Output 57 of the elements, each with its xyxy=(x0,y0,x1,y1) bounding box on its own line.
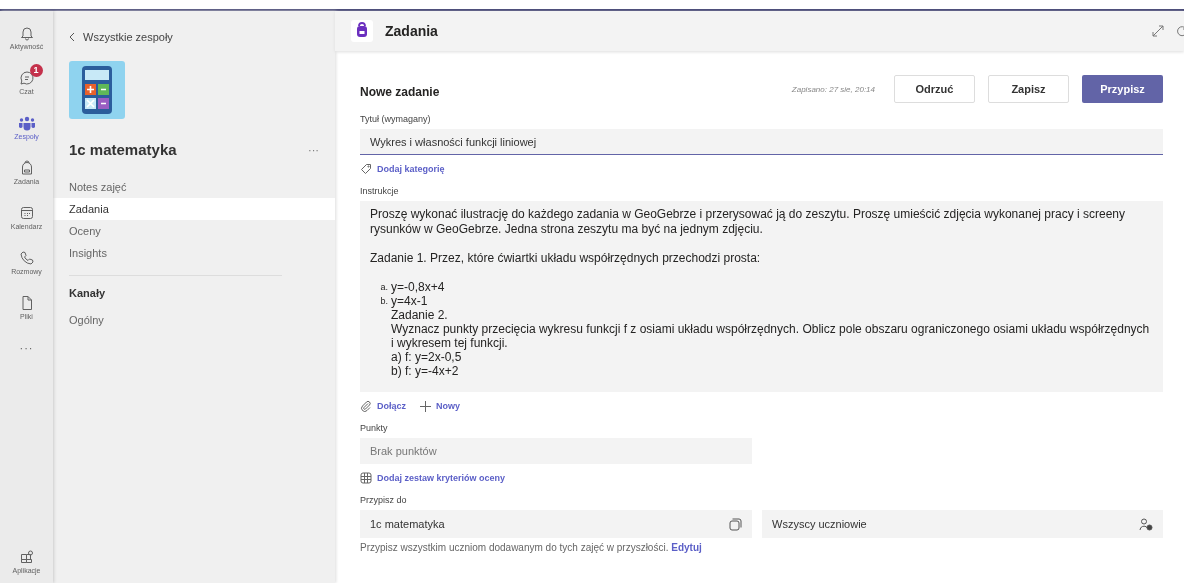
instruction-line: Zadanie 2. xyxy=(390,308,449,322)
students-picker[interactable]: Wszyscy uczniowie xyxy=(762,510,1163,538)
instruction-paragraph: Proszę wykonać ilustrację do każdego zadania w GeoGebrze i przerysować ją do zeszytu. Proszę umieścić zdjęcia wykonanej pracy i screeny rysunków w GeoGebrze. Jedna strona zeszytu ma być na jednym zdjęciu. xyxy=(370,207,1126,237)
channel-item[interactable]: Ogólny xyxy=(53,309,335,331)
more-options-button[interactable]: ··· xyxy=(308,143,319,156)
points-field[interactable]: Brak punktów xyxy=(360,438,752,464)
back-icon xyxy=(69,32,75,42)
action-button[interactable]: Odrzuć xyxy=(894,75,975,103)
plus-icon xyxy=(420,400,431,412)
unread-badge: 1 xyxy=(29,63,43,77)
form-title: Nowe zadanie xyxy=(360,85,440,99)
saved-time: Zapisano: 27 sie, 20:14 xyxy=(791,84,875,94)
channel-tab[interactable]: Insights xyxy=(53,242,335,264)
list-item-text: y=4x-1 xyxy=(391,294,428,308)
field-label: Instrukcje xyxy=(360,186,399,196)
expand-icon[interactable] xyxy=(1152,25,1164,37)
new-link[interactable]: Nowy xyxy=(420,400,461,412)
backpack-icon xyxy=(351,20,373,42)
class-picker[interactable]: 1c matematyka xyxy=(360,510,752,538)
list-item-text: y=-0,8x+4 xyxy=(391,280,445,294)
calendar-icon xyxy=(18,204,35,221)
instruction-paragraph: Zadanie 1. Przez, które ćwiartki układu współrzędnych przechodzi prosta: xyxy=(370,251,762,266)
section-heading: Kanały xyxy=(69,287,107,299)
assign-button[interactable]: Przypisz xyxy=(1082,75,1163,103)
list-marker: a. xyxy=(379,281,388,294)
grid-icon xyxy=(360,472,372,484)
instruction-line: b) f: y=-4x+2 xyxy=(390,364,460,378)
bell-icon xyxy=(18,24,35,41)
apps-icon xyxy=(18,548,35,565)
back-link[interactable]: Wszystkie zespoły xyxy=(69,31,335,43)
field-label: Tytuł (wymagany) xyxy=(360,114,431,124)
channel-tab[interactable]: Zadania xyxy=(53,198,335,220)
chat-icon xyxy=(18,69,35,86)
phone-icon xyxy=(18,249,35,266)
action-button[interactable]: Zapisz xyxy=(988,75,1069,103)
paperclip-icon xyxy=(360,400,372,412)
title-field[interactable]: Wykres i własności funkcji liniowej xyxy=(360,129,1163,155)
team-name: 1c matematyka xyxy=(69,141,177,158)
channel-tab[interactable]: Oceny xyxy=(53,220,335,242)
add-rubric-link[interactable]: Dodaj zestaw kryteriów oceny xyxy=(360,472,506,484)
attach-link[interactable]: Dołącz xyxy=(360,400,406,412)
assign-note: Przypisz wszystkim uczniom dodawanym do tych zajęć w przyszłości. xyxy=(360,542,669,553)
copy-icon xyxy=(729,517,742,531)
more-apps-button[interactable]: ··· xyxy=(19,342,34,354)
app-title: Zadania xyxy=(385,23,438,39)
instruction-line: a) f: y=2x-0,5 xyxy=(390,350,463,364)
person-icon xyxy=(1139,517,1153,531)
list-marker: b. xyxy=(379,295,388,308)
field-label: Przypisz do xyxy=(360,495,407,505)
channel-tab[interactable]: Notes zajęć xyxy=(53,176,335,198)
add-category-link[interactable]: Dodaj kategorię xyxy=(360,163,445,175)
tag-icon xyxy=(360,163,372,175)
field-label: Punkty xyxy=(360,423,388,433)
people-icon xyxy=(17,114,36,131)
calculator-icon xyxy=(69,61,125,119)
instruction-line: Wyznacz punkty przecięcia wykresu funkcji f z osiami układu współrzędnych. Oblicz pole obszaru ograniczonego osiami układu współrzędnych i wykresem tej funkcji. xyxy=(390,322,1151,350)
edit-link[interactable]: Edytuj xyxy=(671,542,702,553)
